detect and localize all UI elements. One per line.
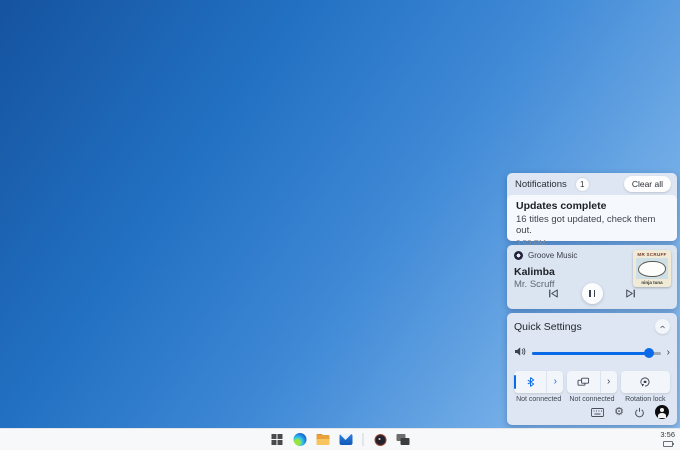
action-center-panel: Notifications 1 Clear all Updates comple… — [507, 173, 677, 425]
user-avatar[interactable] — [655, 405, 669, 419]
quick-settings-labels: Not connected Not connected Rotation loc… — [514, 396, 670, 403]
taskbar-app-icons — [271, 429, 410, 450]
edge-browser-icon[interactable] — [293, 433, 307, 446]
window-stack-app-icon[interactable] — [396, 433, 410, 446]
next-track-button[interactable] — [625, 288, 637, 300]
connect-label: Not connected — [569, 396, 615, 403]
windows-logo-icon — [271, 434, 283, 445]
taskbar-clock[interactable]: 3:56 — [660, 430, 675, 439]
bluetooth-quick-action[interactable]: › — [514, 371, 564, 393]
groove-music-icon — [514, 251, 523, 260]
rotation-lock-label: Rotation lock — [625, 396, 666, 403]
notification-title: Updates complete — [516, 200, 607, 212]
notification-item[interactable]: Updates complete 16 titles got updated, … — [507, 195, 677, 248]
chevron-up-icon: › — [657, 324, 668, 329]
volume-slider[interactable] — [532, 348, 661, 358]
album-art: MR SCRUFF ninja tuna — [633, 250, 671, 287]
volume-slider-thumb[interactable] — [644, 348, 655, 358]
media-controls — [507, 283, 677, 304]
active-indicator — [514, 375, 516, 389]
rotation-lock-icon — [621, 376, 670, 388]
file-explorer-icon[interactable] — [316, 433, 330, 446]
collapse-quick-settings-button[interactable]: › — [655, 319, 670, 334]
quick-settings-footer: ⚙ — [507, 405, 677, 419]
pause-button[interactable] — [581, 283, 603, 304]
volume-row: › — [514, 344, 670, 362]
quick-settings-buttons: › › — [514, 371, 670, 393]
notifications-title: Notifications — [515, 178, 567, 190]
connect-quick-action[interactable]: › — [567, 371, 617, 393]
battery-icon — [662, 441, 674, 447]
quick-settings-header: Quick Settings › — [514, 319, 670, 334]
media-app-name: Groove Music — [528, 251, 578, 260]
chevron-right-icon: › — [606, 376, 611, 387]
bluetooth-label: Not connected — [516, 396, 562, 403]
taskbar: 3:56 — [0, 428, 680, 450]
power-icon[interactable] — [634, 407, 645, 418]
notification-body: 16 titles got updated, check them out. — [516, 214, 656, 236]
album-art-image — [636, 258, 668, 279]
rotation-lock-quick-action[interactable] — [620, 371, 670, 393]
previous-track-button[interactable] — [548, 288, 560, 300]
notifications-header: Notifications 1 Clear all — [507, 173, 677, 195]
mail-app-icon[interactable] — [339, 433, 353, 446]
settings-gear-icon[interactable]: ⚙ — [614, 406, 624, 418]
groove-music-app-icon[interactable] — [374, 433, 387, 446]
media-player-card: Groove Music Kalimba Mr. Scruff MR SCRUF… — [507, 245, 677, 309]
desktop: Notifications 1 Clear all Updates comple… — [0, 0, 680, 450]
clear-all-button[interactable]: Clear all — [623, 176, 671, 192]
taskbar-separator — [362, 433, 364, 446]
start-button[interactable] — [271, 433, 284, 446]
system-tray[interactable]: 3:56 — [660, 430, 675, 447]
notification-count-badge: 1 — [575, 177, 589, 191]
chevron-right-icon: › — [553, 376, 557, 387]
notifications-section: Notifications 1 Clear all Updates comple… — [507, 173, 677, 248]
speaker-icon — [514, 344, 526, 362]
album-art-artist-text: MR SCRUFF — [637, 252, 667, 257]
quick-settings-card: Quick Settings › › › › Not connected Not… — [507, 313, 677, 425]
album-art-blob — [638, 260, 666, 277]
keyboard-icon[interactable] — [591, 407, 605, 417]
quick-settings-title: Quick Settings — [514, 320, 582, 333]
connect-expand-button[interactable]: › — [599, 371, 617, 393]
bluetooth-icon[interactable] — [514, 376, 546, 388]
connect-icon[interactable] — [567, 377, 599, 387]
volume-expand-chevron-icon[interactable]: › — [667, 348, 670, 358]
bluetooth-expand-button[interactable]: › — [546, 371, 563, 393]
